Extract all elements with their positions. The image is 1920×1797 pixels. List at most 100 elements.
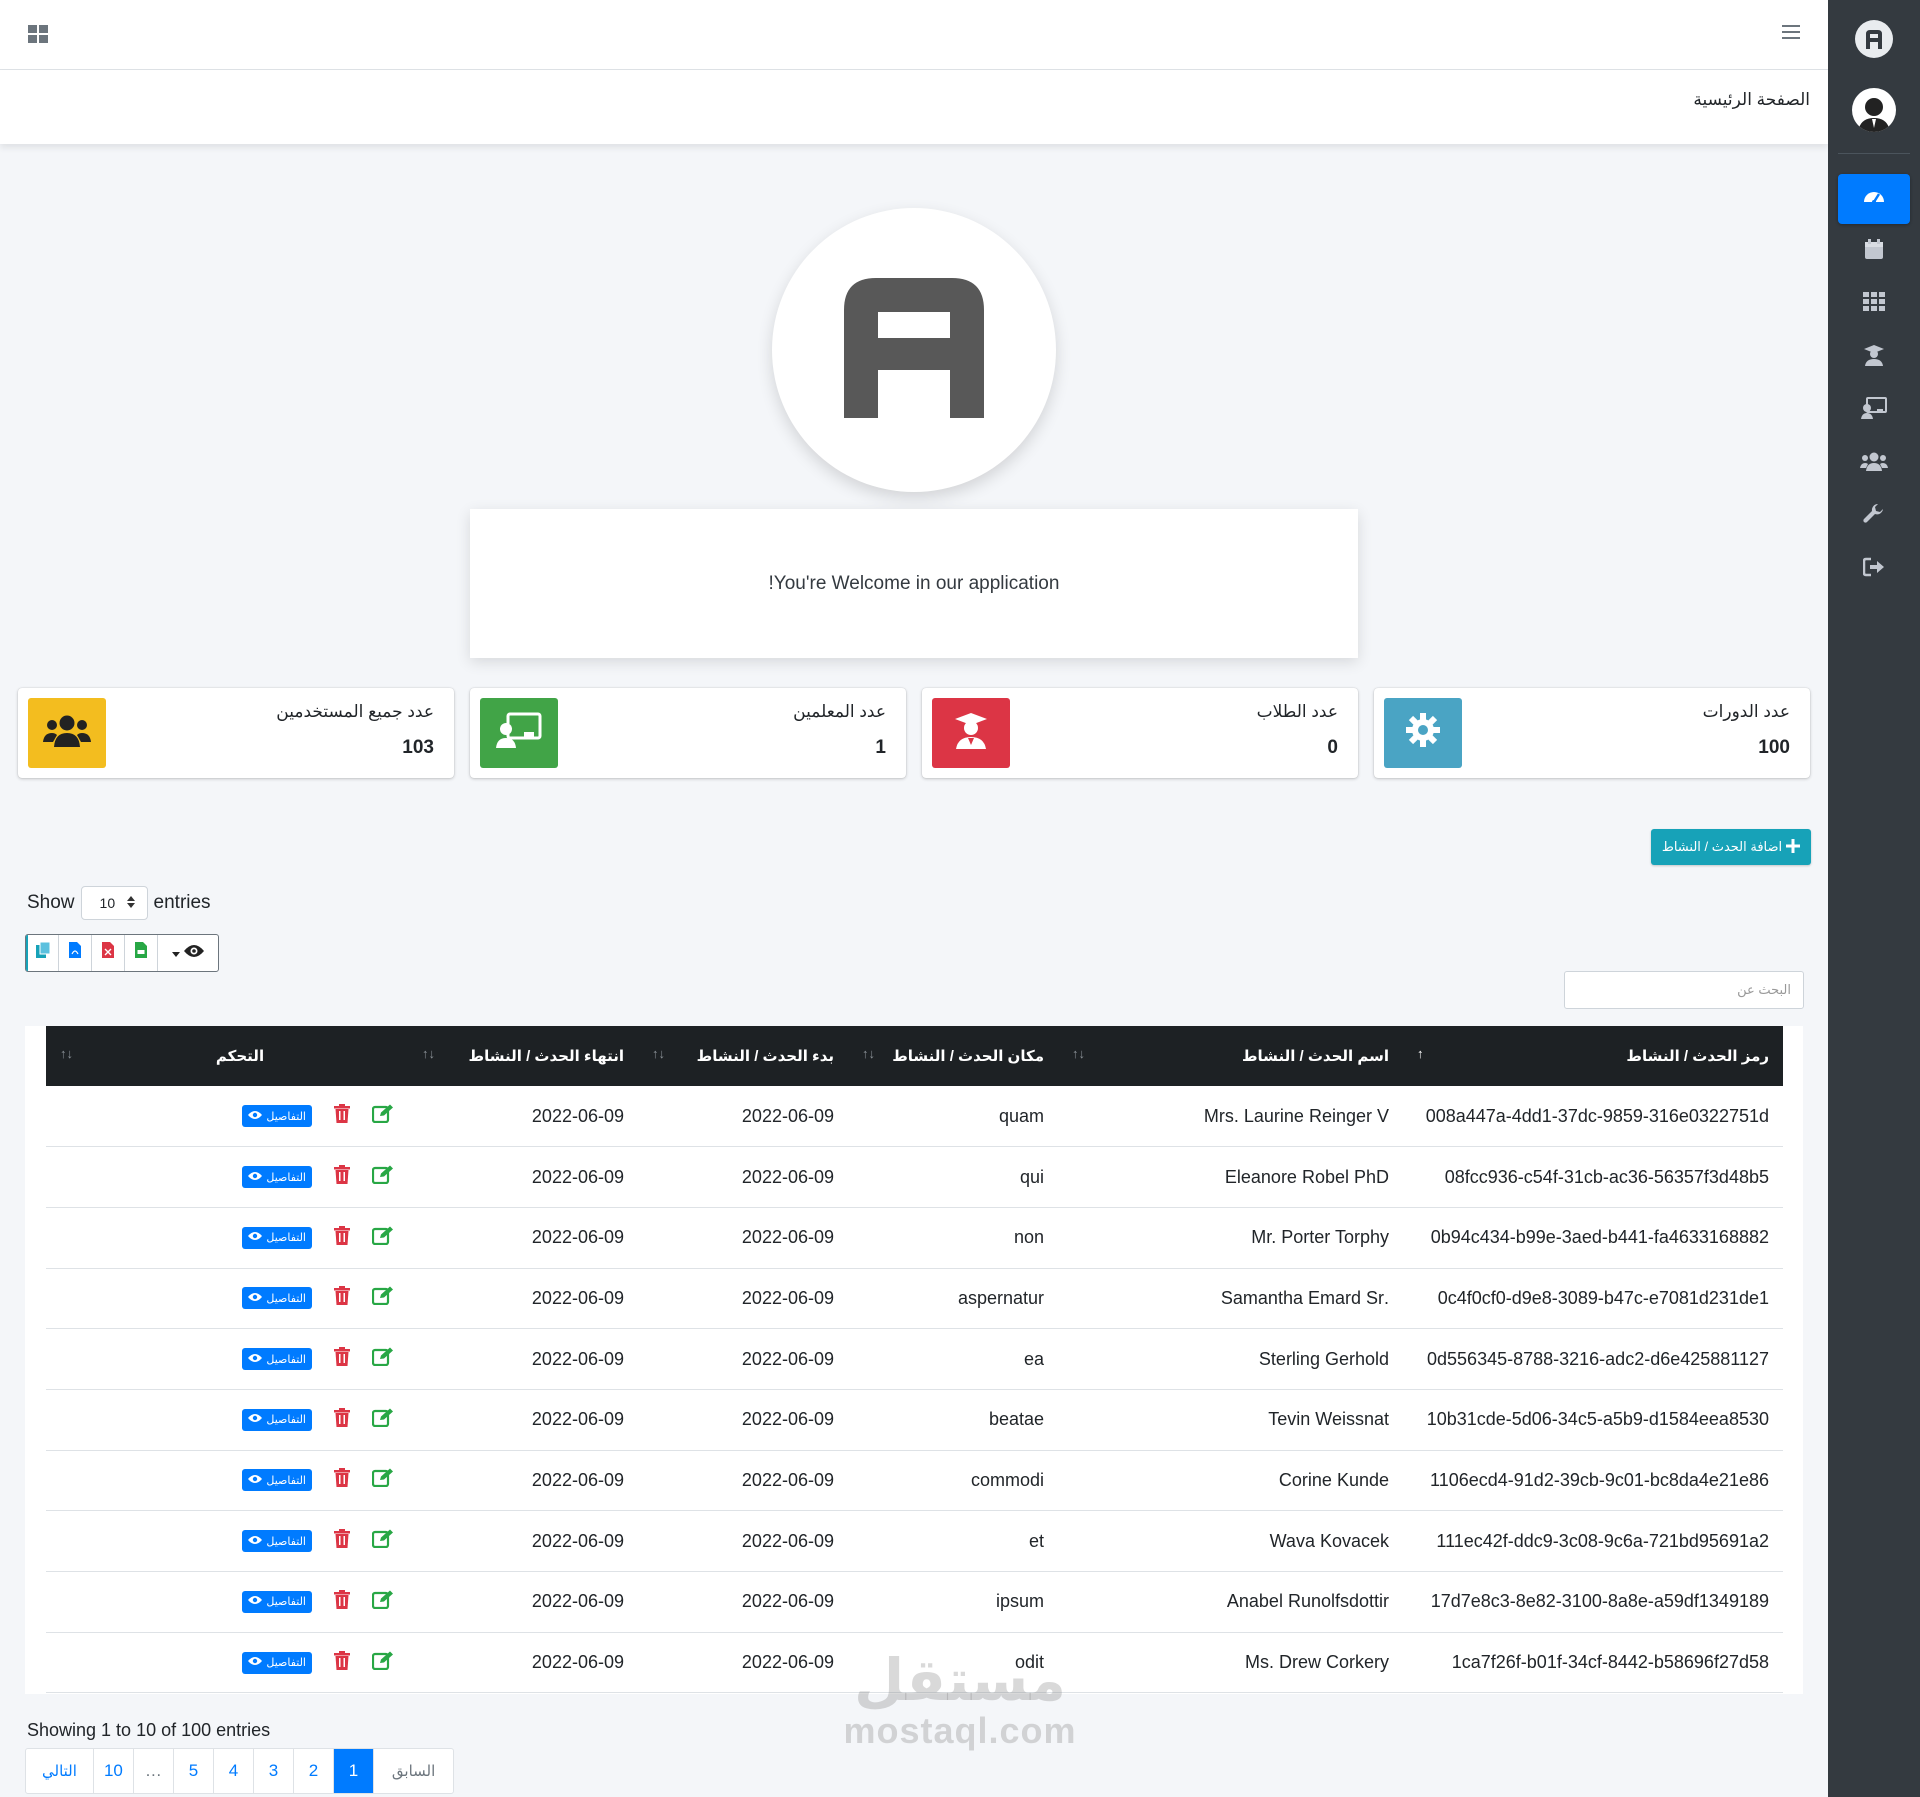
edit-icon[interactable]	[371, 1347, 394, 1371]
sidebar-menu	[1828, 174, 1920, 598]
users-icon	[43, 713, 91, 753]
cell-code: 1106ecd4-91d2-39cb-9c01-bc8da4e21e86	[1430, 1469, 1769, 1490]
cell-end: 2022-06-09	[531, 1591, 624, 1612]
dashboard-gauge-icon	[1862, 186, 1886, 212]
column-header-name[interactable]: اسم الحدث / النشاط ↓↑	[1058, 1026, 1403, 1086]
column-visibility-button[interactable]	[158, 935, 218, 971]
edit-icon[interactable]	[371, 1468, 394, 1492]
pagination-page-2[interactable]: 2	[294, 1749, 334, 1793]
edit-icon[interactable]	[371, 1286, 394, 1310]
cell-start: 2022-06-09	[741, 1530, 834, 1551]
details-button[interactable]: التفاصيل	[242, 1469, 312, 1492]
edit-icon[interactable]	[371, 1226, 394, 1250]
details-label: التفاصيل	[266, 1110, 306, 1123]
details-button[interactable]: التفاصيل	[242, 1590, 312, 1613]
edit-icon[interactable]	[371, 1408, 394, 1432]
sidebar-item-categories[interactable]	[1838, 280, 1910, 330]
pagination-page-3[interactable]: 3	[254, 1749, 294, 1793]
excel-button[interactable]	[92, 935, 125, 971]
details-label: التفاصيل	[266, 1474, 306, 1487]
details-button[interactable]: التفاصيل	[242, 1408, 312, 1431]
sidebar-item-students[interactable]	[1838, 333, 1910, 383]
delete-icon[interactable]	[334, 1529, 350, 1553]
delete-icon[interactable]	[334, 1286, 350, 1310]
column-header-end[interactable]: انتهاء الحدث / النشاط ↓↑	[408, 1026, 638, 1086]
details-button[interactable]: التفاصيل	[242, 1287, 312, 1310]
sidebar-logo[interactable]	[1828, 18, 1920, 60]
eye-icon	[248, 1535, 263, 1548]
sidebar-item-settings[interactable]	[1838, 492, 1910, 542]
cell-start: 2022-06-09	[741, 1287, 834, 1308]
edit-icon[interactable]	[371, 1529, 394, 1553]
csv-button[interactable]	[125, 935, 158, 971]
table-header-row: رمز الحدث / النشاط ↑ اسم الحدث / النشاط ↓↑…	[46, 1026, 1783, 1086]
column-header-code[interactable]: رمز الحدث / النشاط ↑	[1403, 1026, 1783, 1086]
delete-icon[interactable]	[334, 1165, 350, 1189]
teacher-board-icon	[1861, 397, 1887, 425]
pagination-page-1[interactable]: 1	[333, 1749, 374, 1793]
table-row: 0c4f0cf0-d9e8-3089-b47c-e7081d231de1 .Sam…	[46, 1268, 1783, 1329]
table-row: 0b94c434-b99e-3aed-b441-fa4633168882 Mr. …	[46, 1207, 1783, 1269]
add-event-label: اضافة الحدث / النشاط	[1661, 839, 1783, 854]
pdf-button[interactable]	[59, 935, 92, 971]
cell-start: 2022-06-09	[741, 1652, 834, 1673]
details-button[interactable]: التفاصيل	[242, 1348, 312, 1371]
events-table-container: رمز الحدث / النشاط ↑ اسم الحدث / النشاط ↓↑…	[25, 1026, 1803, 1694]
edit-icon[interactable]	[371, 1590, 394, 1614]
details-label: التفاصيل	[266, 1353, 306, 1366]
cell-end: 2022-06-09	[531, 1530, 624, 1551]
sidebar-item-teachers[interactable]	[1838, 386, 1910, 436]
delete-icon[interactable]	[334, 1650, 350, 1675]
cell-place: qui	[1019, 1166, 1044, 1187]
pagination-next[interactable]: التالي	[26, 1749, 94, 1793]
teacher-board-icon	[496, 712, 542, 754]
delete-icon[interactable]	[334, 1468, 350, 1492]
cell-start: 2022-06-09	[741, 1166, 834, 1187]
menu-toggle-icon[interactable]	[1782, 24, 1800, 46]
delete-icon[interactable]	[334, 1104, 350, 1128]
delete-icon[interactable]	[334, 1407, 350, 1432]
add-event-button[interactable]: اضافة الحدث / النشاط	[1651, 829, 1811, 865]
user-avatar[interactable]	[1828, 88, 1920, 132]
column-header-control[interactable]: التحكم ↓↑	[46, 1026, 408, 1086]
cell-end: 2022-06-09	[531, 1105, 624, 1126]
cell-control: التفاصيل	[46, 1632, 408, 1693]
pagination-previous[interactable]: السابق	[374, 1749, 453, 1793]
delete-icon[interactable]	[334, 1589, 350, 1614]
sidebar-item-calendar[interactable]	[1838, 227, 1910, 277]
sidebar-item-dashboard[interactable]	[1838, 174, 1910, 224]
sidebar-item-users[interactable]	[1838, 439, 1910, 489]
details-button[interactable]: التفاصيل	[242, 1651, 312, 1674]
column-header-place[interactable]: مكان الحدث / النشاط ↓↑	[848, 1026, 1058, 1086]
pagination-page-10[interactable]: 10	[94, 1749, 134, 1793]
details-label: التفاصيل	[266, 1414, 306, 1427]
cell-place: beatae	[988, 1409, 1044, 1430]
sidebar-item-logout[interactable]	[1838, 545, 1910, 595]
details-button[interactable]: التفاصيل	[242, 1530, 312, 1553]
stat-teachers: عدد المعلمين 1	[470, 688, 906, 778]
stat-teachers-label: عدد المعلمين	[793, 702, 886, 721]
edit-icon[interactable]	[371, 1165, 394, 1189]
delete-icon[interactable]	[334, 1225, 350, 1250]
cell-control: التفاصيل	[46, 1207, 408, 1268]
pagination-page-4[interactable]: 4	[214, 1749, 254, 1793]
length-select[interactable]: 10	[80, 886, 148, 920]
cell-end: 2022-06-09	[531, 1652, 624, 1673]
column-header-start[interactable]: بدء الحدث / النشاط ↓↑	[638, 1026, 848, 1086]
details-button[interactable]: التفاصيل	[242, 1226, 312, 1249]
file-csv-icon	[135, 942, 147, 964]
row-actions: التفاصيل	[60, 1165, 394, 1189]
pagination-page-5[interactable]: 5	[174, 1749, 214, 1793]
delete-icon[interactable]	[334, 1347, 350, 1371]
eye-icon	[248, 1474, 263, 1487]
details-button[interactable]: التفاصيل	[242, 1166, 312, 1189]
details-button[interactable]: التفاصيل	[242, 1105, 312, 1128]
edit-icon[interactable]	[371, 1104, 394, 1128]
apps-grid-icon[interactable]	[28, 25, 48, 49]
copy-button[interactable]	[26, 935, 59, 971]
row-actions: التفاصيل	[60, 1407, 394, 1432]
search-input[interactable]: البحث عن	[1564, 971, 1804, 1009]
edit-icon[interactable]	[371, 1651, 394, 1675]
cell-start: 2022-06-09	[741, 1105, 834, 1126]
row-actions: التفاصيل	[60, 1286, 394, 1310]
